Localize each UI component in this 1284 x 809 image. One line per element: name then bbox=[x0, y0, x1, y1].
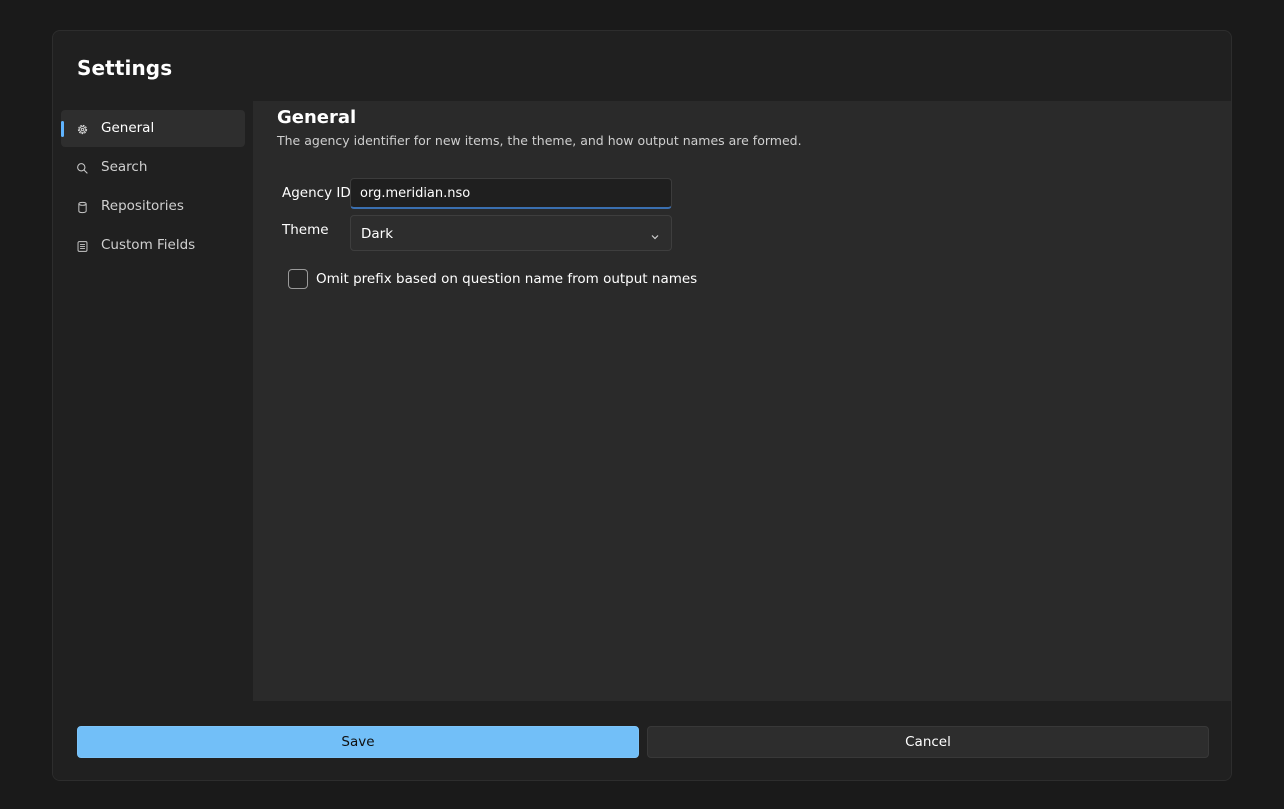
save-button[interactable]: Save bbox=[77, 726, 639, 758]
sidebar-item-label: Repositories bbox=[101, 198, 184, 214]
sidebar-item-custom-fields[interactable]: Custom Fields bbox=[61, 227, 245, 264]
page-title: General bbox=[277, 107, 357, 128]
page-description: The agency identifier for new items, the… bbox=[277, 133, 802, 148]
database-icon bbox=[75, 200, 89, 214]
theme-select[interactable]: Dark bbox=[350, 215, 672, 251]
search-icon bbox=[75, 161, 89, 175]
sidebar-item-label: General bbox=[101, 120, 155, 136]
agency-id-input[interactable] bbox=[350, 178, 672, 209]
settings-dialog: Settings General Search Repositories Cus… bbox=[52, 30, 1232, 781]
sidebar-item-label: Search bbox=[101, 159, 148, 175]
sidebar-item-general[interactable]: General bbox=[61, 110, 245, 147]
sidebar-item-search[interactable]: Search bbox=[61, 149, 245, 186]
dialog-title: Settings bbox=[77, 56, 173, 80]
chevron-down-icon bbox=[649, 228, 661, 240]
theme-select-value: Dark bbox=[361, 226, 394, 242]
omit-prefix-checkbox[interactable] bbox=[288, 269, 308, 289]
agency-id-label: Agency ID bbox=[282, 185, 351, 201]
gear-icon bbox=[75, 122, 89, 136]
omit-prefix-label[interactable]: Omit prefix based on question name from … bbox=[316, 271, 697, 287]
dialog-footer: Save Cancel bbox=[53, 701, 1231, 780]
active-indicator bbox=[61, 121, 64, 137]
list-icon bbox=[75, 239, 89, 253]
sidebar-item-repositories[interactable]: Repositories bbox=[61, 188, 245, 225]
theme-label: Theme bbox=[282, 222, 329, 238]
settings-content: General The agency identifier for new it… bbox=[253, 101, 1231, 701]
cancel-button[interactable]: Cancel bbox=[647, 726, 1209, 758]
sidebar: General Search Repositories Custom Field… bbox=[53, 101, 253, 701]
sidebar-item-label: Custom Fields bbox=[101, 237, 196, 253]
